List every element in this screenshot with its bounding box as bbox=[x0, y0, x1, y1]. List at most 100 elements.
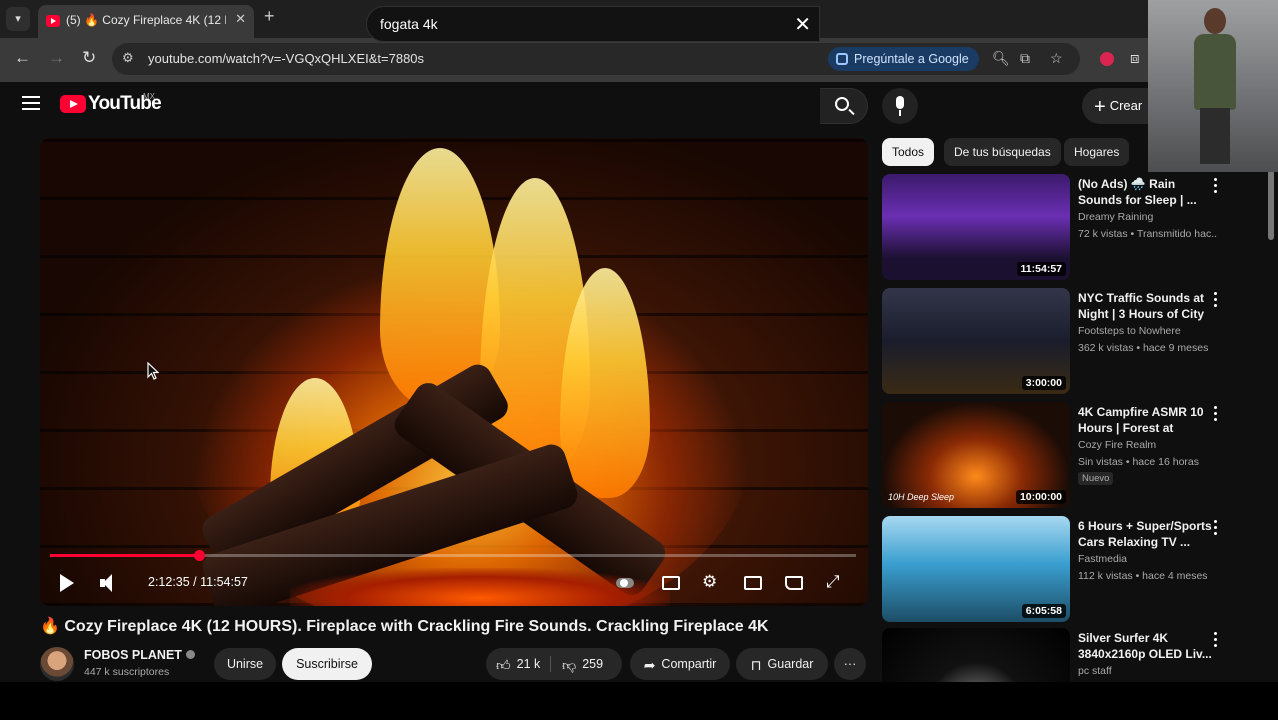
new-tab-button[interactable]: + bbox=[264, 6, 275, 27]
thumbs-up-icon: 👍︎ bbox=[496, 657, 511, 673]
sidebar-scrollbar[interactable] bbox=[1268, 130, 1276, 680]
recommendation-title[interactable]: NYC Traffic Sounds at Night | 3 Hours of… bbox=[1078, 290, 1212, 322]
recommendation-channel[interactable]: Cozy Fire Realm bbox=[1078, 439, 1156, 451]
recommendation-item[interactable]: 6:05:58 6 Hours + Super/Sports Cars Rela… bbox=[882, 516, 1262, 624]
browser-toolbar: ← → ↻ ⚙ youtube.com/watch?v=-VGQxQHLXEI&… bbox=[0, 38, 1278, 82]
clear-search-icon[interactable]: ✕ bbox=[794, 12, 811, 37]
video-thumbnail[interactable]: 11:54:57 bbox=[882, 174, 1070, 280]
url-text: youtube.com/watch?v=-VGQxQHLXEI&t=7880s bbox=[148, 51, 425, 66]
region-code: MX bbox=[143, 92, 155, 101]
verified-icon bbox=[185, 650, 195, 659]
save-button[interactable]: ⊓ Guardar bbox=[736, 648, 828, 680]
time-display: 2:12:35 / 11:54:57 bbox=[148, 575, 248, 589]
recommendation-meta: 72 k vistas • Transmitido hac... bbox=[1078, 228, 1218, 240]
like-dislike-group: 👍︎ 21 k 👎︎ 259 bbox=[486, 648, 622, 680]
more-options-icon[interactable] bbox=[1214, 520, 1218, 538]
browser-tab[interactable]: (5) 🔥 Cozy Fireplace 4K (12 HO ✕ bbox=[38, 5, 254, 38]
tab-title: (5) 🔥 Cozy Fireplace 4K (12 HO bbox=[66, 13, 226, 27]
cast-icon[interactable] bbox=[785, 576, 803, 590]
install-app-icon[interactable]: ⧉ bbox=[1020, 50, 1030, 67]
video-thumbnail[interactable]: 6:05:58 bbox=[882, 516, 1070, 622]
bookmark-star-icon[interactable]: ☆ bbox=[1050, 50, 1063, 67]
video-player[interactable]: 2:12:35 / 11:54:57 ⚙ ⤢ bbox=[40, 138, 868, 606]
channel-avatar[interactable] bbox=[40, 647, 74, 681]
menu-icon[interactable] bbox=[22, 96, 40, 114]
extension-icon[interactable] bbox=[1100, 52, 1114, 66]
recommendation-title[interactable]: Silver Surfer 4K 3840x2160p OLED Liv... bbox=[1078, 630, 1212, 662]
recommendation-meta: 362 k vistas • hace 9 meses bbox=[1078, 342, 1209, 354]
search-input[interactable]: fogata 4k ✕ bbox=[366, 6, 820, 42]
tab-close-icon[interactable]: ✕ bbox=[235, 11, 246, 27]
video-thumbnail[interactable] bbox=[882, 628, 1070, 682]
player-controls: 2:12:35 / 11:54:57 ⚙ ⤢ bbox=[40, 566, 868, 602]
duration-badge: 3:00:00 bbox=[1021, 376, 1066, 390]
thumbs-down-icon: 👎︎ bbox=[562, 657, 577, 673]
recommendation-title[interactable]: (No Ads) 🌧️ Rain Sounds for Sleep | ... bbox=[1078, 176, 1212, 208]
more-options-icon[interactable] bbox=[1214, 632, 1218, 650]
site-info-icon[interactable]: ⚙ bbox=[122, 50, 134, 66]
recommendation-channel[interactable]: Footsteps to Nowhere bbox=[1078, 325, 1181, 337]
progress-bar[interactable] bbox=[50, 550, 856, 561]
channel-name[interactable]: FOBOS PLANET bbox=[84, 648, 195, 662]
join-button[interactable]: Unirse bbox=[214, 648, 276, 680]
youtube-logo-icon[interactable] bbox=[60, 95, 86, 113]
video-title: 🔥 Cozy Fireplace 4K (12 HOURS). Fireplac… bbox=[40, 618, 769, 635]
progress-played bbox=[50, 554, 200, 557]
play-icon[interactable] bbox=[60, 574, 74, 592]
extensions-puzzle-icon[interactable]: ⧈ bbox=[1130, 50, 1140, 67]
recommendation-meta: Sin vistas • hace 16 horas bbox=[1078, 456, 1199, 468]
plus-icon: + bbox=[1094, 96, 1106, 118]
recommendation-item[interactable]: 3:00:00 NYC Traffic Sounds at Night | 3 … bbox=[882, 288, 1262, 396]
volume-icon[interactable] bbox=[100, 574, 116, 592]
mouse-cursor-icon bbox=[147, 362, 159, 380]
forward-icon[interactable]: → bbox=[48, 48, 65, 68]
share-icon: ➦ bbox=[643, 657, 656, 673]
reload-icon[interactable]: ↻ bbox=[82, 48, 96, 68]
subtitles-icon[interactable] bbox=[662, 576, 680, 590]
subscriber-count: 447 k suscriptores bbox=[84, 666, 170, 678]
voice-search-button[interactable] bbox=[882, 88, 918, 124]
zoom-icon[interactable]: 🔍︎ bbox=[992, 50, 1010, 67]
more-options-icon[interactable] bbox=[1214, 406, 1218, 424]
theater-mode-icon[interactable] bbox=[744, 576, 762, 590]
more-actions-button[interactable]: ··· bbox=[834, 648, 866, 680]
divider bbox=[550, 656, 551, 672]
bottom-band bbox=[0, 682, 1278, 720]
recommendation-item[interactable]: 10H Deep Sleep 10:00:00 4K Campfire ASMR… bbox=[882, 402, 1262, 510]
chip-from-searches[interactable]: De tus búsquedas bbox=[944, 138, 1061, 166]
autoplay-toggle[interactable] bbox=[616, 578, 634, 588]
chip-all[interactable]: Todos bbox=[882, 138, 935, 166]
chip-homes[interactable]: Hogares bbox=[1064, 138, 1130, 166]
duration-badge: 11:54:57 bbox=[1016, 262, 1066, 276]
share-button[interactable]: ➦ Compartir bbox=[630, 648, 730, 680]
recommendation-item[interactable]: Silver Surfer 4K 3840x2160p OLED Liv... … bbox=[882, 628, 1262, 682]
settings-gear-icon[interactable]: ⚙ bbox=[702, 572, 717, 592]
back-icon[interactable]: ← bbox=[14, 48, 31, 68]
address-bar[interactable]: ⚙ youtube.com/watch?v=-VGQxQHLXEI&t=7880… bbox=[112, 43, 1080, 75]
scrollbar-thumb[interactable] bbox=[1268, 170, 1274, 240]
recommendation-channel[interactable]: pc staff bbox=[1078, 665, 1112, 677]
duration-badge: 10:00:00 bbox=[1015, 490, 1066, 504]
recommendation-item[interactable]: 11:54:57 (No Ads) 🌧️ Rain Sounds for Sle… bbox=[882, 174, 1262, 282]
duration-badge: 6:05:58 bbox=[1021, 604, 1066, 618]
dislike-button[interactable]: 👎︎ 259 bbox=[562, 648, 603, 681]
more-options-icon[interactable] bbox=[1214, 292, 1218, 310]
more-options-icon[interactable] bbox=[1214, 178, 1218, 196]
recommendation-channel[interactable]: Dreamy Raining bbox=[1078, 211, 1153, 223]
lens-icon bbox=[836, 53, 848, 65]
search-button[interactable] bbox=[820, 88, 868, 124]
recommendation-channel[interactable]: Fastmedia bbox=[1078, 553, 1127, 565]
bookmark-icon: ⊓ bbox=[750, 657, 762, 673]
like-button[interactable]: 👍︎ 21 k bbox=[496, 648, 540, 681]
ask-google-button[interactable]: Pregúntale a Google bbox=[828, 47, 979, 71]
webcam-overlay bbox=[1148, 0, 1278, 172]
tab-search-button[interactable]: ▾ bbox=[6, 7, 30, 31]
recommendation-title[interactable]: 6 Hours + Super/Sports Cars Relaxing TV … bbox=[1078, 518, 1212, 550]
video-thumbnail[interactable]: 10H Deep Sleep 10:00:00 bbox=[882, 402, 1070, 508]
thumbnail-caption: 10H Deep Sleep bbox=[888, 492, 955, 502]
screen: ▾ (5) 🔥 Cozy Fireplace 4K (12 HO ✕ + ← →… bbox=[0, 0, 1278, 720]
video-thumbnail[interactable]: 3:00:00 bbox=[882, 288, 1070, 394]
subscribe-button[interactable]: Suscribirse bbox=[282, 648, 372, 680]
fullscreen-icon[interactable]: ⤢ bbox=[826, 572, 840, 592]
recommendation-title[interactable]: 4K Campfire ASMR 10 Hours | Forest at Ni… bbox=[1078, 404, 1212, 436]
